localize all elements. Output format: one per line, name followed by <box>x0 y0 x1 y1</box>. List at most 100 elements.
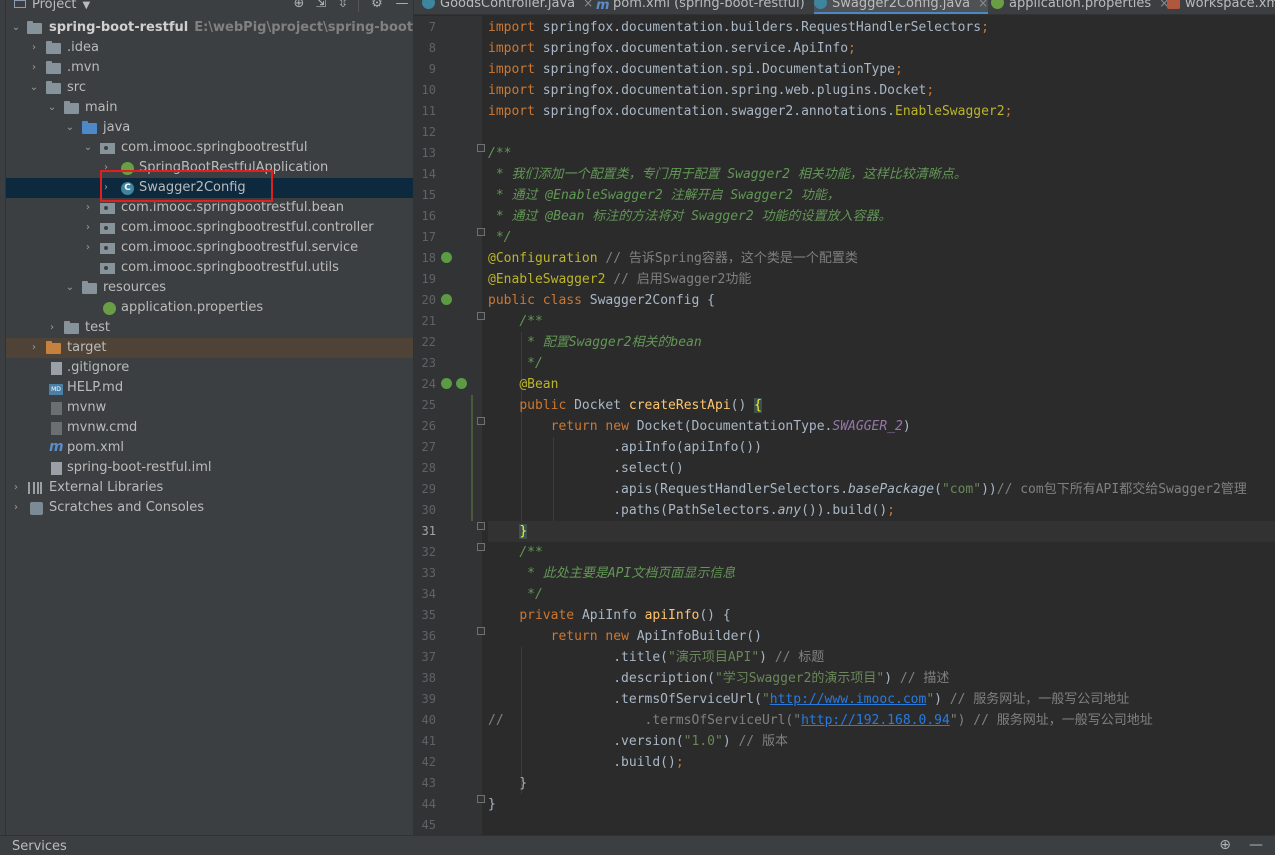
code-line: private ApiInfo apiInfo() { <box>519 608 731 623</box>
spring-bean-icon[interactable] <box>456 378 467 389</box>
tree-item-package-root[interactable]: ⌄ com.imooc.springbootrestful <box>6 138 413 158</box>
line-number: 19 <box>421 272 436 286</box>
code-line: */ <box>488 587 543 602</box>
hide-panel-icon[interactable]: — <box>391 0 413 14</box>
crosshair-icon[interactable]: ⊕ <box>1219 837 1231 853</box>
tree-item-label: Swagger2Config <box>139 180 246 195</box>
tab-swagger2config[interactable]: Swagger2Config.java × <box>814 0 989 14</box>
tree-item-help-md[interactable]: MD HELP.md <box>6 378 413 398</box>
chevron-down-icon[interactable]: ⌄ <box>64 118 76 138</box>
libraries-icon <box>28 482 42 494</box>
line-number: 9 <box>428 62 436 76</box>
tree-item-package-bean[interactable]: › com.imooc.springbootrestful.bean <box>6 198 413 218</box>
services-tool-button[interactable]: Services <box>12 839 67 854</box>
tree-item-label: src <box>67 80 86 95</box>
code-editor[interactable]: 7 8 9 10 11 12 13 14 15 16 17 18 19 20 2… <box>414 16 1275 835</box>
tree-item-springbootrestfulapplication[interactable]: › SpringBootRestfulApplication <box>6 158 413 178</box>
chevron-down-icon[interactable]: ⌄ <box>82 138 94 158</box>
tree-item-gitignore[interactable]: .gitignore <box>6 358 413 378</box>
tree-item-iml[interactable]: spring-boot-restful.iml <box>6 458 413 478</box>
tree-item-resources[interactable]: ⌄ resources <box>6 278 413 298</box>
chevron-right-icon[interactable]: › <box>46 318 58 338</box>
chevron-right-icon[interactable]: › <box>10 478 22 498</box>
tree-item-swagger2config[interactable]: › C Swagger2Config <box>6 178 413 198</box>
tree-item-application-properties[interactable]: application.properties <box>6 298 413 318</box>
tree-item-scratches[interactable]: › Scratches and Consoles <box>6 498 413 518</box>
fold-marker-icon[interactable] <box>477 627 485 635</box>
close-icon[interactable]: × <box>583 0 593 10</box>
tree-item-package-service[interactable]: › com.imooc.springbootrestful.service <box>6 238 413 258</box>
chevron-right-icon[interactable]: › <box>82 198 94 218</box>
fold-marker-icon[interactable] <box>477 417 485 425</box>
fold-marker-icon[interactable] <box>477 543 485 551</box>
fold-marker-icon[interactable] <box>477 312 485 320</box>
locate-file-icon[interactable]: ⊕ <box>288 0 310 14</box>
tree-item-label: SpringBootRestfulApplication <box>139 160 329 175</box>
tree-item-mvn[interactable]: › .mvn <box>6 58 413 78</box>
code-line: .version("1.0") // 版本 <box>488 734 788 749</box>
tree-item-idea[interactable]: › .idea <box>6 38 413 58</box>
tree-item-mvnw-cmd[interactable]: mvnw.cmd <box>6 418 413 438</box>
project-view-selector[interactable]: Project ▼ <box>14 0 90 12</box>
code-line: * 配置Swagger2相关的bean <box>488 335 702 350</box>
tree-item-package-controller[interactable]: › com.imooc.springbootrestful.controller <box>6 218 413 238</box>
tree-item-external-libraries[interactable]: › External Libraries <box>6 478 413 498</box>
tree-item-package-utils[interactable]: com.imooc.springbootrestful.utils <box>6 258 413 278</box>
chevron-right-icon[interactable]: › <box>28 38 40 58</box>
code-line: import springfox.documentation.builders.… <box>488 20 989 35</box>
tree-item-target[interactable]: › target <box>6 338 413 358</box>
chevron-right-icon[interactable]: › <box>28 338 40 358</box>
tree-item-main[interactable]: ⌄ main <box>6 98 413 118</box>
tree-item-src[interactable]: ⌄ src <box>6 78 413 98</box>
tree-item-label: main <box>85 100 118 115</box>
line-number: 45 <box>421 818 436 832</box>
run-icon[interactable] <box>441 378 452 389</box>
tree-item-label: spring-boot-restful E:\webPig\project\spr… <box>49 20 467 35</box>
line-number: 39 <box>421 692 436 706</box>
spring-bean-icon[interactable] <box>441 294 452 305</box>
tree-item-java[interactable]: ⌄ java <box>6 118 413 138</box>
tab-pom-xml[interactable]: mpom.xml (spring-boot-restful)× <box>596 0 823 14</box>
line-number: 22 <box>421 335 436 349</box>
markdown-file-icon: MD <box>49 384 63 395</box>
vcs-change-marker[interactable] <box>471 395 473 521</box>
tree-item-label: resources <box>103 280 167 295</box>
close-icon[interactable]: × <box>978 0 988 10</box>
chevron-right-icon[interactable]: › <box>10 498 22 518</box>
code-line: /** <box>519 545 543 560</box>
fold-marker-icon[interactable] <box>477 522 485 530</box>
chevron-right-icon[interactable]: › <box>82 218 94 238</box>
code-line: import springfox.documentation.spring.we… <box>488 83 935 98</box>
chevron-right-icon[interactable]: › <box>100 178 112 198</box>
chevron-down-icon[interactable]: ⌄ <box>10 18 22 38</box>
collapse-all-icon[interactable]: ⇲ <box>310 0 332 14</box>
folder-icon <box>46 81 61 94</box>
tree-item-project-root[interactable]: ⌄ spring-boot-restful E:\webPig\project\s… <box>6 18 467 38</box>
chevron-right-icon[interactable]: › <box>100 158 112 178</box>
tab-label: pom.xml (spring-boot-restful) <box>613 0 805 11</box>
chevron-right-icon[interactable]: › <box>28 58 40 78</box>
expand-all-icon[interactable]: ⇳ <box>332 0 354 14</box>
line-number: 12 <box>421 125 436 139</box>
spring-bean-icon[interactable] <box>441 252 452 263</box>
tree-item-pom-xml[interactable]: m pom.xml <box>6 438 413 458</box>
chevron-right-icon[interactable]: › <box>82 238 94 258</box>
tree-item-label: spring-boot-restful.iml <box>67 460 212 475</box>
tab-application-properties[interactable]: application.properties × <box>991 0 1169 14</box>
gear-icon[interactable]: ⚙ <box>363 0 391 14</box>
fold-marker-icon[interactable] <box>477 795 485 803</box>
folder-icon <box>46 61 61 74</box>
tree-item-test[interactable]: › test <box>6 318 413 338</box>
code-line: import springfox.documentation.swagger2.… <box>488 104 1013 119</box>
fold-marker-icon[interactable] <box>477 144 485 152</box>
chevron-down-icon[interactable]: ⌄ <box>46 98 58 118</box>
chevron-down-icon[interactable]: ⌄ <box>28 78 40 98</box>
fold-marker-icon[interactable] <box>477 228 485 236</box>
chevron-down-icon[interactable]: ⌄ <box>64 278 76 298</box>
minimize-icon[interactable]: — <box>1249 837 1263 853</box>
code-line: .apis(RequestHandlerSelectors.basePackag… <box>488 482 1247 497</box>
project-panel: Project ▼ ⊕ ⇲ ⇳ ⚙ — ⌄ spring-boot-restful… <box>6 0 467 835</box>
tab-goodscontroller[interactable]: GoodsController.java × <box>422 0 593 14</box>
tab-workspace-xml[interactable]: workspace.xml <box>1167 0 1275 14</box>
tree-item-mvnw[interactable]: mvnw <box>6 398 413 418</box>
